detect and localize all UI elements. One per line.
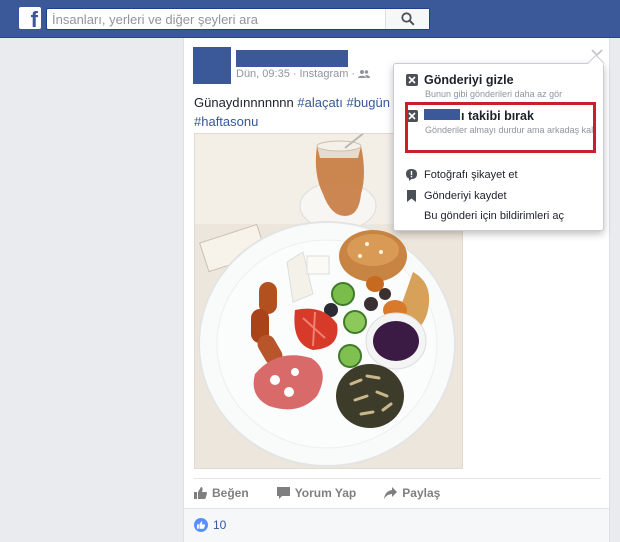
menu-item-report-photo[interactable]: Fotoğrafı şikayet et (406, 169, 518, 181)
hashtag-link[interactable]: #haftasonu (194, 114, 258, 129)
comment-button[interactable]: Yorum Yap (276, 486, 357, 500)
hashtag-link[interactable]: #alaçatı (297, 95, 343, 110)
avatar[interactable] (193, 47, 231, 84)
notifications-icon-placeholder (406, 210, 417, 222)
report-photo-label: Fotoğrafı şikayet et (424, 169, 518, 181)
search-input[interactable] (52, 10, 392, 28)
highlight-annotation (405, 102, 596, 153)
post-timestamp[interactable]: Dün, 09:35 (236, 68, 290, 80)
post-source[interactable]: Instagram (300, 68, 349, 80)
bookmark-icon (407, 190, 416, 202)
facebook-logo[interactable]: f (19, 7, 41, 31)
author-name-redacted[interactable] (236, 50, 348, 67)
close-box-icon (406, 74, 418, 86)
likes-count: 10 (213, 518, 227, 532)
divider (194, 478, 601, 479)
share-label: Paylaş (402, 486, 441, 500)
menu-item-notifications[interactable]: Bu gönderi için bildirimleri aç (406, 210, 564, 222)
post-actions: Beğen Yorum Yap Paylaş (194, 486, 440, 500)
menu-item-hide-post[interactable]: Gönderiyi gizle Bunun gibi gönderileri d… (406, 73, 596, 100)
meta-separator: · (292, 68, 297, 80)
like-reaction-icon (194, 518, 208, 532)
menu-item-save-post[interactable]: Gönderiyi kaydet (406, 190, 507, 202)
comment-label: Yorum Yap (294, 486, 357, 500)
meta-separator-2: · (351, 68, 356, 80)
hide-post-title: Gönderiyi gizle (424, 73, 514, 87)
post-text-body: Günaydınnnnnnn (194, 95, 298, 110)
likes-summary[interactable]: 10 (194, 518, 226, 532)
hashtag-link[interactable]: #bugün (347, 95, 390, 110)
comment-icon (276, 487, 290, 499)
share-icon (384, 487, 398, 499)
likes-bar: 10 (184, 508, 609, 542)
search-box (46, 8, 430, 30)
top-navigation-bar: f (0, 0, 620, 38)
like-button[interactable]: Beğen (194, 486, 249, 500)
post-meta: Dün, 09:35 · Instagram · (236, 68, 371, 80)
save-post-label: Gönderiyi kaydet (424, 190, 507, 202)
report-icon (406, 169, 417, 181)
like-label: Beğen (212, 486, 249, 500)
search-button[interactable] (385, 9, 429, 29)
search-icon (400, 12, 415, 26)
share-button[interactable]: Paylaş (384, 486, 440, 500)
friends-audience-icon[interactable] (358, 69, 371, 79)
hide-post-subtitle: Bunun gibi gönderileri daha az gör (425, 89, 563, 99)
thumbs-up-icon (194, 487, 207, 499)
notifications-label: Bu gönderi için bildirimleri aç (424, 210, 565, 222)
